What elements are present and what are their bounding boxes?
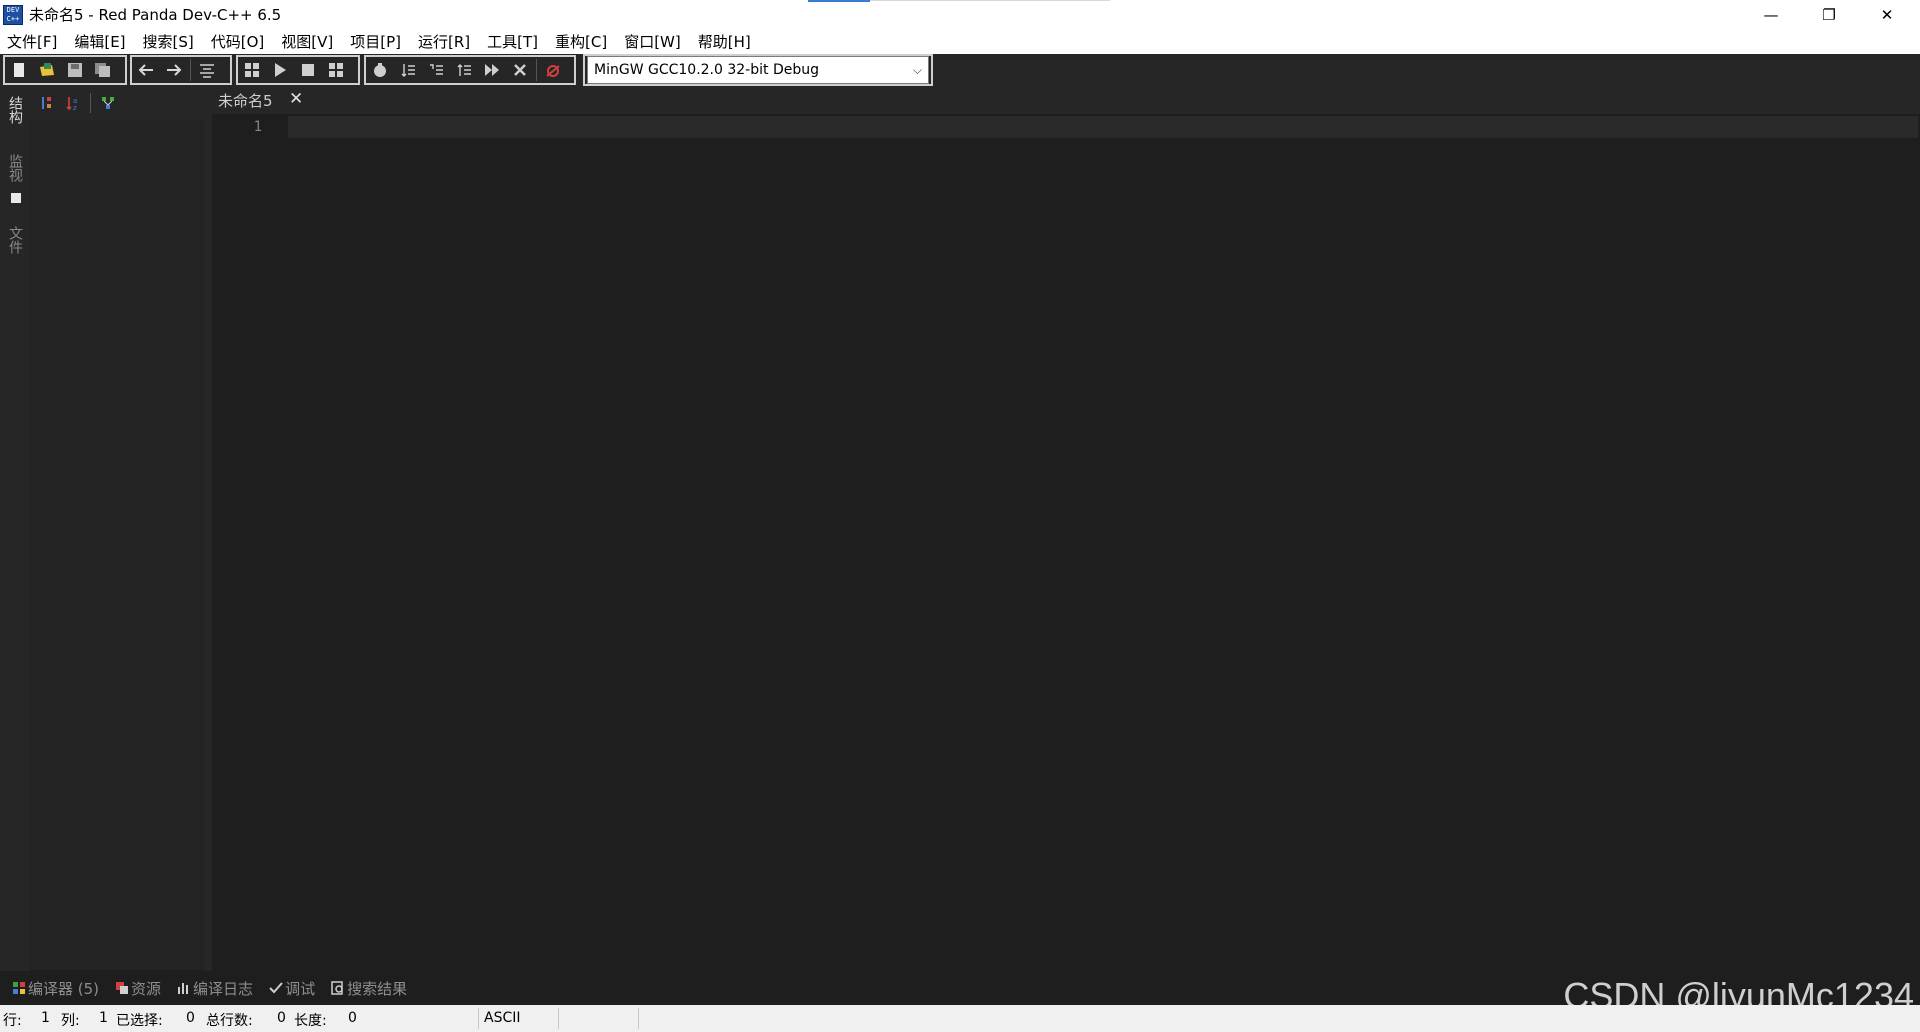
menu-edit[interactable]: 编辑[E] (74, 31, 125, 52)
tab-compiler[interactable]: 编译器 (5) (12, 978, 99, 999)
status-divider (638, 1008, 639, 1029)
close-tab-icon[interactable]: ✕ (289, 89, 303, 109)
menu-tools[interactable]: 工具[T] (487, 31, 538, 52)
left-vertical-tabs: 结构 监视 文件 (0, 86, 30, 971)
title-accent-line (808, 0, 870, 2)
status-total-lines-value: 0 (277, 1010, 286, 1026)
new-file-icon[interactable] (5, 57, 33, 83)
format-icon[interactable] (193, 57, 221, 83)
status-bar: 行: 1 列: 1 已选择: 0 总行数: 0 长度: 0 ASCII (0, 1005, 1920, 1032)
structure-panel[interactable] (30, 120, 205, 970)
editor-tab-bar: 未命名5 ✕ (212, 86, 1920, 114)
forward-icon[interactable] (160, 57, 188, 83)
show-inherited-icon[interactable] (95, 91, 121, 115)
rebuild-icon[interactable] (322, 57, 350, 83)
tab-debug-label: 调试 (285, 979, 316, 998)
continue-icon[interactable] (478, 57, 506, 83)
status-col-value: 1 (99, 1010, 108, 1026)
compiler-select[interactable]: MinGW GCC10.2.0 32-bit Debug ⌵ (587, 56, 929, 84)
menu-help[interactable]: 帮助[H] (698, 31, 751, 52)
app-icon: DEV C++ (3, 4, 23, 25)
editor-tab-label: 未命名5 (218, 91, 273, 110)
save-all-icon[interactable] (89, 57, 117, 83)
tab-files[interactable]: 文件 (4, 226, 26, 254)
title-bar: DEV C++ 未命名5 - Red Panda Dev-C++ 6.5 (0, 0, 1920, 29)
status-length-value: 0 (348, 1010, 357, 1026)
chevron-down-icon: ⌵ (912, 63, 922, 77)
panel-splitter[interactable] (204, 86, 212, 971)
menu-window[interactable]: 窗口[W] (624, 31, 681, 52)
watch-indicator-icon (11, 193, 21, 203)
minimize-button[interactable]: — (1742, 0, 1800, 29)
step-out-icon[interactable] (450, 57, 478, 83)
toolbar-debug-group (364, 55, 576, 85)
title-faint-line (870, 0, 1110, 1)
toolbar-separator (90, 93, 91, 113)
line-number: 1 (253, 119, 262, 135)
tab-resource-label: 资源 (131, 979, 162, 998)
toolbar-build-group (236, 55, 360, 85)
tab-compiler-label: 编译器 (5) (28, 979, 100, 998)
tab-debug[interactable]: 调试 (269, 978, 315, 999)
status-divider (478, 1008, 479, 1029)
resource-icon (115, 981, 129, 995)
toolbar (0, 54, 1920, 86)
status-selected-label: 已选择: (116, 1013, 163, 1029)
sort-by-type-icon[interactable] (34, 91, 60, 115)
status-col-label: 列: (61, 1013, 80, 1029)
tab-watch[interactable]: 监视 (4, 154, 26, 182)
structure-toolbar: az (30, 86, 210, 120)
compile-log-icon (177, 981, 191, 995)
status-length-label: 长度: (294, 1013, 327, 1029)
svg-text:z: z (73, 104, 77, 111)
menu-project[interactable]: 项目[P] (350, 31, 401, 52)
close-button[interactable]: ✕ (1858, 0, 1916, 29)
run-icon[interactable] (266, 57, 294, 83)
current-line-highlight (288, 116, 1918, 138)
maximize-button[interactable]: ❐ (1800, 0, 1858, 29)
save-icon[interactable] (61, 57, 89, 83)
toolbar-separator (190, 59, 191, 81)
toolbar-file-group (3, 55, 127, 85)
tab-search-results[interactable]: 搜索结果 (331, 978, 407, 999)
menu-view[interactable]: 视图[V] (281, 31, 333, 52)
editor-tab[interactable]: 未命名5 ✕ (212, 86, 312, 114)
tab-structure[interactable]: 结构 (4, 96, 26, 124)
line-number-gutter: 1 (212, 114, 272, 970)
debug-icon[interactable] (366, 57, 394, 83)
open-file-icon[interactable] (33, 57, 61, 83)
tab-compile-log-label: 编译日志 (193, 979, 254, 998)
stop-debug-icon[interactable] (506, 57, 534, 83)
debug-check-icon (269, 981, 283, 995)
tab-search-results-label: 搜索结果 (347, 979, 408, 998)
toolbar-separator (536, 59, 537, 81)
step-into-icon[interactable] (422, 57, 450, 83)
compiler-icon (12, 981, 26, 995)
menu-file[interactable]: 文件[F] (7, 31, 57, 52)
search-result-icon (331, 981, 345, 995)
toolbar-nav-group (130, 55, 232, 85)
status-divider (558, 1008, 559, 1029)
menu-search[interactable]: 搜索[S] (143, 31, 194, 52)
stop-icon[interactable] (294, 57, 322, 83)
status-row-label: 行: (3, 1013, 22, 1029)
tab-compile-log[interactable]: 编译日志 (177, 978, 253, 999)
menu-bar: 文件[F] 编辑[E] 搜索[S] 代码[O] 视图[V] 项目[P] 运行[R… (0, 29, 1920, 54)
status-selected-value: 0 (186, 1010, 195, 1026)
menu-run[interactable]: 运行[R] (418, 31, 470, 52)
status-total-lines-label: 总行数: (206, 1013, 253, 1029)
window-title: 未命名5 - Red Panda Dev-C++ 6.5 (29, 6, 282, 24)
compile-icon[interactable] (238, 57, 266, 83)
status-row-value: 1 (41, 1010, 50, 1026)
step-over-icon[interactable] (394, 57, 422, 83)
menu-code[interactable]: 代码[O] (211, 31, 265, 52)
close-debug-icon[interactable] (539, 57, 567, 83)
back-icon[interactable] (132, 57, 160, 83)
tab-resource[interactable]: 资源 (115, 978, 161, 999)
sort-by-name-icon[interactable]: az (60, 91, 86, 115)
menu-refactor[interactable]: 重构[C] (555, 31, 607, 52)
status-encoding[interactable]: ASCII (484, 1010, 521, 1026)
compiler-select-value: MinGW GCC10.2.0 32-bit Debug (594, 62, 819, 78)
code-editor[interactable]: 1 (212, 114, 1920, 970)
